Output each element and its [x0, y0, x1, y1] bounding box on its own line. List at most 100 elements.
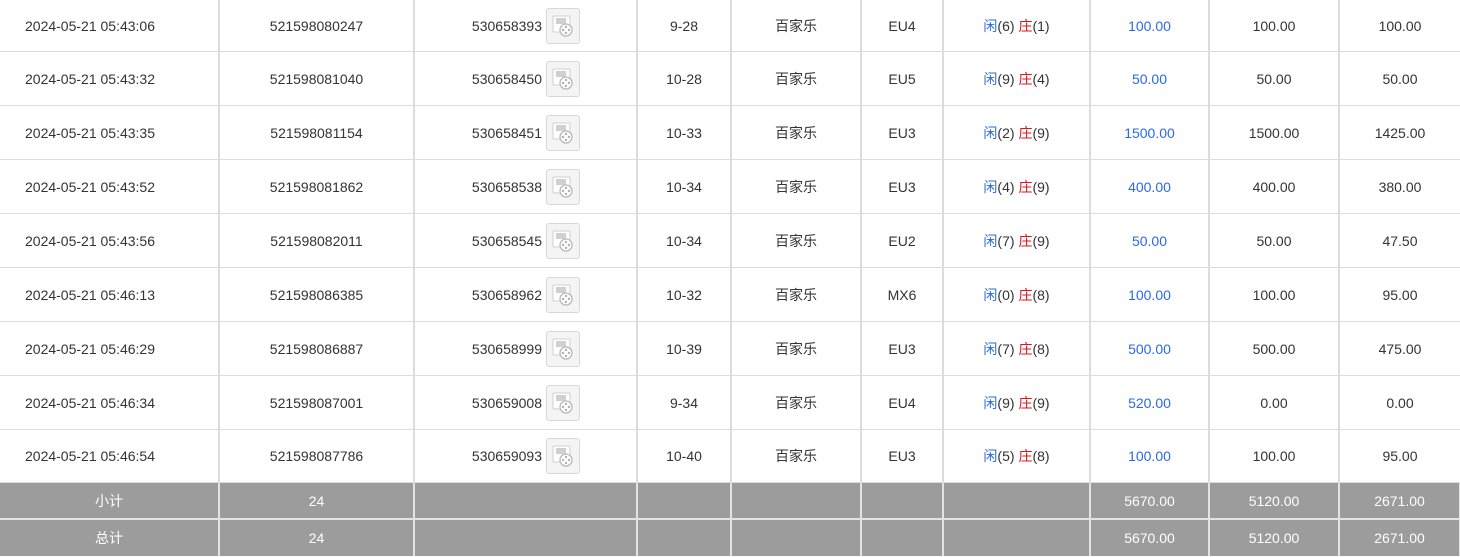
banker-label: 庄 [1018, 232, 1033, 249]
game-id-cell: 530658538 [414, 159, 638, 214]
shoe-round: 10-34 [637, 213, 732, 268]
game-type: 百家乐 [731, 321, 862, 376]
total-payout: 2671.00 [1339, 519, 1460, 556]
game-type: 百家乐 [731, 267, 862, 322]
table-code: EU5 [861, 51, 944, 106]
game-id-cell: 530658450 [414, 51, 638, 106]
table-code: EU3 [861, 429, 944, 483]
player-score: (7) [997, 232, 1015, 249]
game-id: 530658999 [471, 340, 542, 357]
bet-id: 521598087001 [219, 375, 415, 430]
player-label: 闲 [983, 178, 998, 195]
payout: 100.00 [1339, 0, 1460, 52]
shoe-round: 10-32 [637, 267, 732, 322]
payout: 0.00 [1339, 375, 1460, 430]
table-code: EU4 [861, 375, 944, 430]
bet-amount: 1500.00 [1090, 105, 1210, 160]
shoe-round: 10-40 [637, 429, 732, 483]
total-bet-amount: 5670.00 [1090, 519, 1210, 556]
result-cell: 闲(5) 庄(8) [943, 429, 1091, 483]
player-score: (5) [997, 448, 1015, 464]
subtotal-payout: 2671.00 [1339, 482, 1460, 520]
replay-button[interactable] [546, 114, 580, 151]
table-row: 2024-05-21 05:46:54 521598087786 5306590… [0, 429, 1460, 483]
banker-score: (8) [1032, 448, 1050, 464]
replay-button[interactable] [546, 60, 580, 97]
payout: 95.00 [1339, 429, 1460, 483]
game-type: 百家乐 [731, 429, 862, 483]
game-id: 530659093 [471, 448, 542, 464]
replay-button[interactable] [546, 168, 580, 205]
banker-score: (9) [1032, 394, 1050, 411]
bet-time: 2024-05-21 05:43:32 [0, 51, 220, 106]
replay-button[interactable] [546, 384, 580, 421]
payout: 1425.00 [1339, 105, 1460, 160]
video-camera-icon [552, 230, 573, 252]
shoe-round: 10-28 [637, 51, 732, 106]
game-id-cell: 530658393 [414, 0, 638, 52]
banker-label: 庄 [1018, 286, 1033, 303]
subtotal-valid-amount: 5120.00 [1209, 482, 1340, 520]
banker-label: 庄 [1018, 17, 1033, 34]
replay-button[interactable] [546, 276, 580, 313]
subtotal-label: 小计 [0, 482, 220, 520]
table-row: 2024-05-21 05:43:35 521598081154 5306584… [0, 105, 1460, 160]
result-cell: 闲(2) 庄(9) [943, 105, 1091, 160]
player-label: 闲 [983, 70, 998, 87]
player-label: 闲 [983, 340, 998, 357]
player-label: 闲 [983, 17, 998, 34]
replay-button[interactable] [546, 330, 580, 367]
banker-score: (9) [1032, 178, 1050, 195]
table-code: EU3 [861, 105, 944, 160]
game-id: 530658962 [471, 286, 542, 303]
result-cell: 闲(9) 庄(9) [943, 375, 1091, 430]
valid-amount: 100.00 [1209, 0, 1340, 52]
bet-id: 521598081862 [219, 159, 415, 214]
video-camera-icon [552, 338, 573, 360]
game-type: 百家乐 [731, 0, 862, 52]
game-type: 百家乐 [731, 375, 862, 430]
total-valid-amount: 5120.00 [1209, 519, 1340, 556]
video-camera-icon [552, 392, 573, 414]
bet-time: 2024-05-21 05:43:52 [0, 159, 220, 214]
payout: 50.00 [1339, 51, 1460, 106]
replay-button[interactable] [546, 222, 580, 259]
replay-button[interactable] [546, 7, 580, 44]
video-camera-icon [552, 122, 573, 144]
payout: 475.00 [1339, 321, 1460, 376]
banker-score: (9) [1032, 124, 1050, 141]
bet-amount: 100.00 [1090, 0, 1210, 52]
payout: 380.00 [1339, 159, 1460, 214]
total-label: 总计 [0, 519, 220, 556]
bet-time: 2024-05-21 05:46:13 [0, 267, 220, 322]
bet-time: 2024-05-21 05:46:29 [0, 321, 220, 376]
game-id: 530658545 [471, 232, 542, 249]
table-code: EU3 [861, 159, 944, 214]
shoe-round: 10-39 [637, 321, 732, 376]
replay-button[interactable] [546, 438, 580, 474]
table-body: 2024-05-21 05:43:06 521598080247 5306583… [0, 0, 1460, 483]
banker-score: (1) [1032, 17, 1050, 34]
bet-time: 2024-05-21 05:43:56 [0, 213, 220, 268]
result-cell: 闲(6) 庄(1) [943, 0, 1091, 52]
game-id: 530658451 [471, 124, 542, 141]
game-id-cell: 530658962 [414, 267, 638, 322]
table-row: 2024-05-21 05:43:56 521598082011 5306585… [0, 213, 1460, 268]
result-cell: 闲(4) 庄(9) [943, 159, 1091, 214]
player-score: (0) [997, 286, 1015, 303]
video-camera-icon [552, 284, 573, 306]
bet-time: 2024-05-21 05:43:35 [0, 105, 220, 160]
banker-label: 庄 [1018, 70, 1033, 87]
subtotal-count: 24 [219, 482, 415, 520]
game-type: 百家乐 [731, 105, 862, 160]
game-type: 百家乐 [731, 213, 862, 268]
shoe-round: 9-28 [637, 0, 732, 52]
banker-label: 庄 [1018, 124, 1033, 141]
bet-id: 521598087786 [219, 429, 415, 483]
player-score: (9) [997, 394, 1015, 411]
table-code: EU3 [861, 321, 944, 376]
game-id-cell: 530658545 [414, 213, 638, 268]
bet-amount: 50.00 [1090, 213, 1210, 268]
valid-amount: 50.00 [1209, 213, 1340, 268]
valid-amount: 500.00 [1209, 321, 1340, 376]
